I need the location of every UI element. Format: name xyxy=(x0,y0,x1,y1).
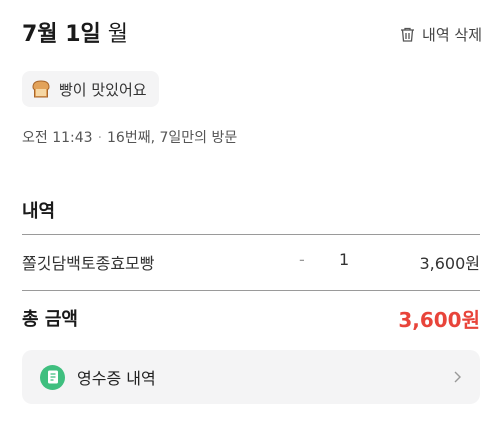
bread-icon xyxy=(31,80,51,98)
item-name: 쫄깃담백토종효모빵 xyxy=(22,254,155,273)
date-strong: 7월 1일 xyxy=(22,22,101,47)
weekday: 월 xyxy=(107,22,129,47)
divider xyxy=(22,234,480,235)
delete-history-label: 내역 삭제 xyxy=(422,26,482,44)
review-chip-label: 빵이 맛있어요 xyxy=(59,80,147,99)
divider xyxy=(22,290,480,291)
chevron-right-icon xyxy=(454,371,461,383)
delete-history-button[interactable]: 내역 삭제 xyxy=(399,24,482,45)
visit-info: 오전 11:43 · 16번째, 7일만의 방문 xyxy=(22,128,237,148)
item-quantity: 1 xyxy=(339,250,350,269)
header: 7월 1일 월 내역 삭제 xyxy=(0,0,500,70)
visit-time: 오전 11:43 xyxy=(22,130,93,146)
total-amount: 3,600원 xyxy=(398,308,480,332)
details-title: 내역 xyxy=(22,201,56,222)
receipt-history-button[interactable]: 영수증 내역 xyxy=(22,350,480,404)
date-title: 7월 1일 월 xyxy=(22,20,128,50)
total-label: 총 금액 xyxy=(22,309,78,330)
receipt-icon xyxy=(40,364,65,390)
item-price: 3,600원 xyxy=(419,254,480,273)
item-dash: - xyxy=(299,250,305,269)
table-row: 쫄깃담백토종효모빵 - 1 3,600원 xyxy=(22,250,480,276)
review-chip: 빵이 맛있어요 xyxy=(22,71,159,107)
trash-icon xyxy=(401,27,415,42)
receipt-history-label: 영수증 내역 xyxy=(77,369,156,388)
visit-separator: · xyxy=(97,130,103,146)
visit-count: 16번째, 7일만의 방문 xyxy=(107,130,238,146)
